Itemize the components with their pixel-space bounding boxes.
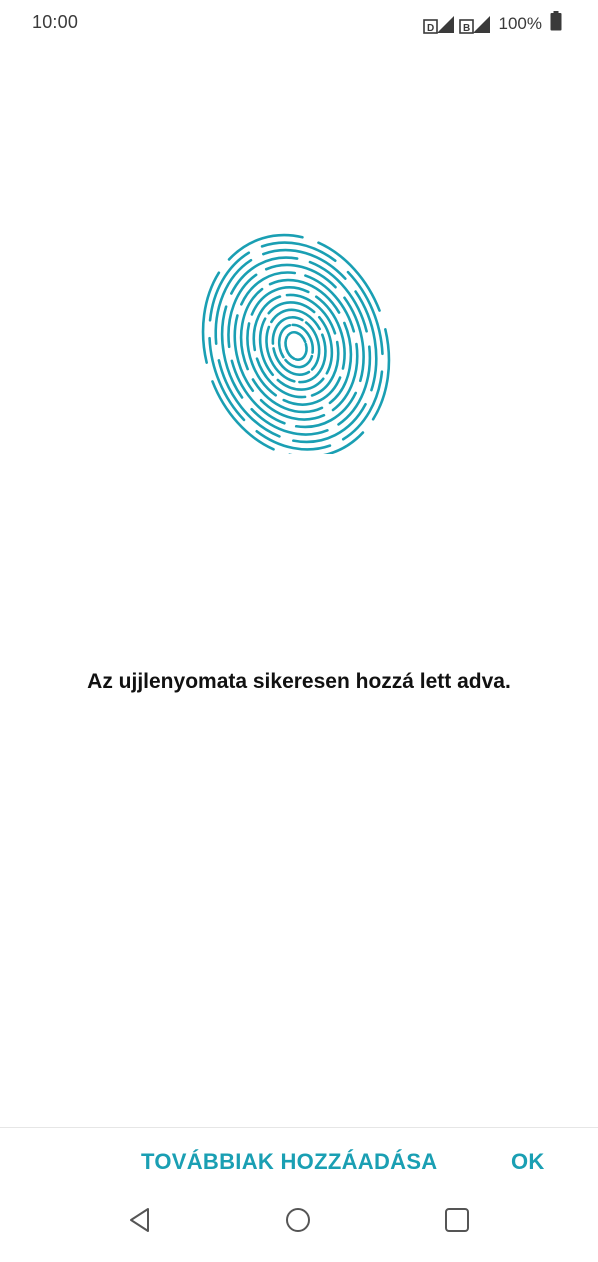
- recents-icon: [445, 1208, 469, 1232]
- add-more-button[interactable]: TOVÁBBIAK HOZZÁADÁSA: [135, 1140, 443, 1184]
- home-button[interactable]: [278, 1200, 318, 1240]
- divider: [0, 1127, 598, 1128]
- battery-icon: [550, 11, 562, 36]
- sim-1-badge: D: [427, 23, 434, 34]
- fingerprint-ridge: [270, 308, 321, 331]
- status-time: 10:00: [32, 12, 79, 32]
- fingerprint-ridge: [286, 331, 307, 344]
- sim-2-badge: B: [463, 23, 470, 34]
- back-icon: [130, 1208, 149, 1232]
- recents-button[interactable]: [437, 1200, 477, 1240]
- fingerprint-icon: [200, 218, 396, 459]
- success-message: Az ujjlenyomata sikeresen hozzá lett adv…: [87, 670, 511, 693]
- ok-button[interactable]: OK: [505, 1140, 551, 1184]
- status-icons: D B 100%: [422, 11, 562, 36]
- status-bar: 10:00 D B 100%: [0, 0, 598, 46]
- fingerprint-ridge: [284, 335, 296, 360]
- navigation-bar: [0, 1190, 598, 1250]
- fingerprint-ridge: [260, 241, 337, 262]
- battery-percent: 100%: [498, 13, 542, 33]
- back-button[interactable]: [120, 1200, 160, 1240]
- home-icon: [286, 1208, 310, 1232]
- sim-1-signal-icon: D: [422, 14, 455, 34]
- sim-2-signal-icon: B: [458, 14, 491, 34]
